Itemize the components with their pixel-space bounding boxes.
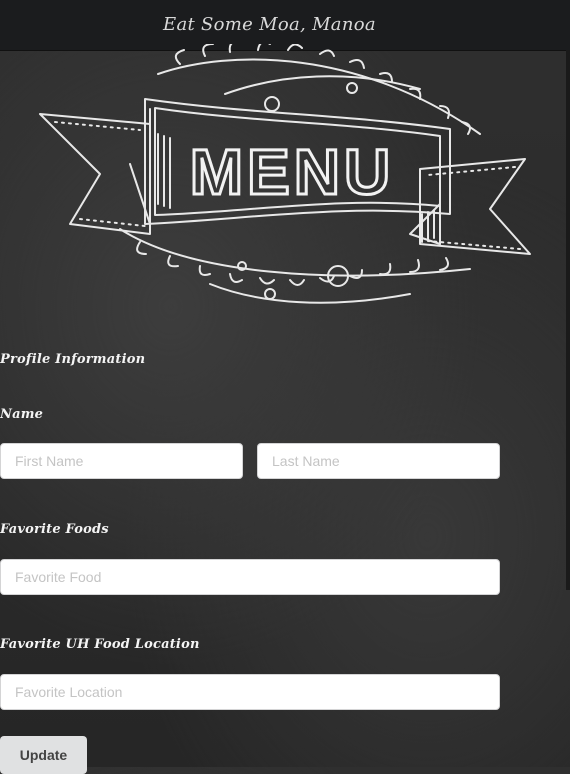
favorite-foods-label: Favorite Foods [0,522,109,537]
banner-text: MENU [190,136,394,208]
menu-banner-image: MENU [39,44,531,304]
favorite-location-input[interactable] [0,674,500,710]
scroll-edge [566,50,570,590]
name-label: Name [0,407,44,422]
favorite-location-label: Favorite UH Food Location [0,637,200,652]
brand-title[interactable]: Eat Some Moa, Manoa [163,14,376,35]
favorite-food-input[interactable] [0,559,500,595]
profile-section-title: Profile Information [0,352,146,367]
first-name-input[interactable] [0,443,243,479]
update-button[interactable]: Update [0,736,87,774]
last-name-input[interactable] [257,443,500,479]
